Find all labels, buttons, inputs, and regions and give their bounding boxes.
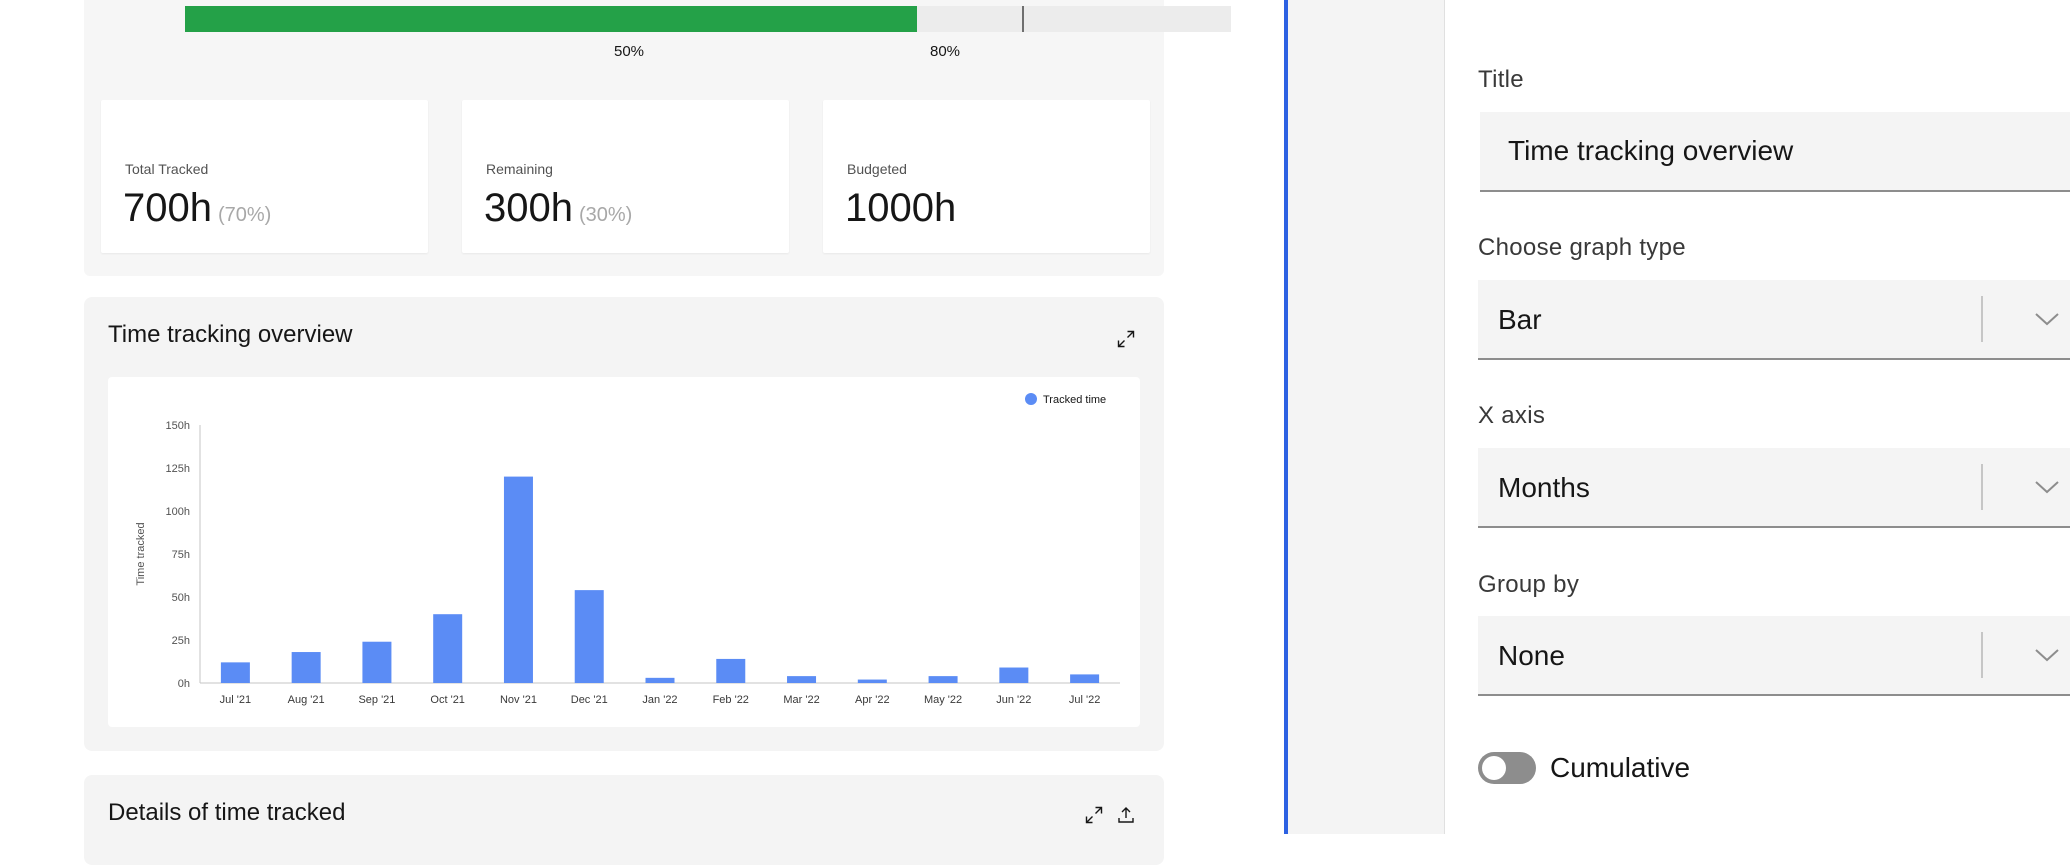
x-axis-value: Months bbox=[1498, 472, 1590, 503]
group-by-value: None bbox=[1498, 640, 1565, 671]
title-input[interactable]: Time tracking overview bbox=[1480, 112, 2070, 192]
bar bbox=[433, 614, 463, 683]
graph-type-value: Bar bbox=[1498, 304, 1542, 335]
stat-value: 700h (70%) bbox=[123, 186, 271, 231]
stat-label: Total Tracked bbox=[125, 161, 209, 177]
chart-settings-panel: Title Time tracking overview Choose grap… bbox=[1446, 0, 2070, 834]
y-tick-label: 50h bbox=[172, 592, 190, 604]
stat-label: Remaining bbox=[486, 161, 553, 177]
legend-label: Tracked time bbox=[1043, 394, 1106, 406]
time-tracking-overview-card: Time tracking overview 0h 25h 50h 75h 100h 12… bbox=[84, 297, 1164, 751]
chevron-down-icon bbox=[2035, 481, 2059, 494]
group-by-label: Group by bbox=[1478, 571, 1580, 598]
x-tick-label: Jun '22 bbox=[996, 694, 1031, 706]
stat-value: 300h (30%) bbox=[484, 186, 632, 231]
bar bbox=[503, 476, 533, 683]
bar-chart: 0h 25h 50h 75h 100h 125h 150h Time tracked Jul '… bbox=[135, 393, 1120, 706]
x-tick-label: Oct '21 bbox=[430, 694, 465, 706]
stat-value: 1000h bbox=[845, 186, 956, 231]
bar bbox=[574, 590, 604, 683]
x-tick-label: Jan '22 bbox=[642, 694, 677, 706]
bar bbox=[220, 662, 250, 683]
bar bbox=[716, 658, 746, 683]
stat-tile-budgeted: Budgeted 1000h bbox=[823, 100, 1150, 253]
stat-number: 300h bbox=[484, 186, 573, 230]
x-axis-label: X axis bbox=[1478, 402, 1546, 429]
bar bbox=[857, 679, 887, 683]
x-tick-label: Jul '22 bbox=[1069, 694, 1100, 706]
x-tick-label: Sep '21 bbox=[358, 694, 395, 706]
bar bbox=[645, 677, 675, 683]
maximize-icon[interactable] bbox=[1114, 327, 1138, 351]
x-tick-label: Dec '21 bbox=[571, 694, 608, 706]
x-tick-label: May '22 bbox=[924, 694, 962, 706]
x-tick-label: Apr '22 bbox=[855, 694, 890, 706]
budget-progress-bar bbox=[185, 6, 1231, 32]
y-tick-label: 125h bbox=[166, 463, 190, 475]
upload-icon[interactable] bbox=[1114, 803, 1138, 827]
chart-panel: 0h 25h 50h 75h 100h 125h 150h Time tracked Jul '… bbox=[108, 377, 1140, 727]
group-by-select[interactable]: None bbox=[1478, 616, 2070, 696]
bar bbox=[928, 676, 958, 683]
overview-title: Time tracking overview bbox=[108, 321, 353, 348]
y-tick-label: 75h bbox=[172, 549, 190, 561]
details-card: Details of time tracked bbox=[84, 775, 1164, 865]
select-divider bbox=[1981, 296, 1983, 342]
legend-marker bbox=[1025, 393, 1037, 405]
chevron-down-icon bbox=[2035, 313, 2059, 326]
panel-gutter bbox=[1288, 0, 1445, 834]
progress-tick-80: 80% bbox=[929, 43, 961, 60]
chevron-down-icon bbox=[2035, 649, 2059, 662]
stat-tile-total-tracked: Total Tracked 700h (70%) bbox=[101, 100, 428, 253]
budget-summary-card: 50% 80% Total Tracked 700h (70%) Remainin… bbox=[84, 0, 1231, 276]
details-title: Details of time tracked bbox=[108, 799, 346, 826]
x-axis-select[interactable]: Months bbox=[1478, 448, 2070, 528]
x-tick-label: Feb '22 bbox=[713, 694, 749, 706]
x-tick-label: Jul '21 bbox=[220, 694, 251, 706]
stat-tile-remaining: Remaining 300h (30%) bbox=[462, 100, 789, 253]
y-tick-label: 0h bbox=[178, 678, 190, 690]
title-label: Title bbox=[1478, 66, 1524, 93]
graph-type-select[interactable]: Bar bbox=[1478, 280, 2070, 360]
bar bbox=[291, 652, 321, 683]
stat-number: 700h bbox=[123, 186, 212, 230]
stat-label: Budgeted bbox=[847, 161, 907, 177]
cumulative-toggle[interactable] bbox=[1478, 752, 1536, 784]
bar bbox=[787, 676, 817, 683]
stat-percent: (30%) bbox=[578, 204, 633, 226]
select-divider bbox=[1981, 632, 1983, 678]
maximize-icon[interactable] bbox=[1082, 803, 1106, 827]
budget-progress-fill bbox=[185, 6, 918, 32]
bar bbox=[1070, 674, 1100, 683]
x-tick-label: Aug '21 bbox=[288, 694, 325, 706]
bar bbox=[999, 667, 1029, 683]
toggle-knob bbox=[1482, 756, 1506, 780]
y-tick-label: 150h bbox=[166, 420, 190, 432]
x-tick-label: Mar '22 bbox=[783, 694, 819, 706]
y-tick-label: 100h bbox=[166, 506, 190, 518]
select-divider bbox=[1981, 464, 1983, 510]
budget-target-marker bbox=[1021, 6, 1024, 32]
cumulative-label: Cumulative bbox=[1550, 752, 1691, 783]
stat-percent: (70%) bbox=[217, 204, 272, 226]
graph-type-label: Choose graph type bbox=[1478, 234, 1686, 261]
y-axis-title: Time tracked bbox=[135, 522, 147, 585]
dashboard-area: 50% 80% Total Tracked 700h (70%) Remainin… bbox=[0, 0, 1286, 865]
stat-number: 1000h bbox=[845, 186, 957, 230]
y-tick-label: 25h bbox=[172, 635, 190, 647]
bar bbox=[362, 641, 392, 683]
progress-tick-50: 50% bbox=[613, 43, 645, 60]
x-tick-label: Nov '21 bbox=[500, 694, 537, 706]
